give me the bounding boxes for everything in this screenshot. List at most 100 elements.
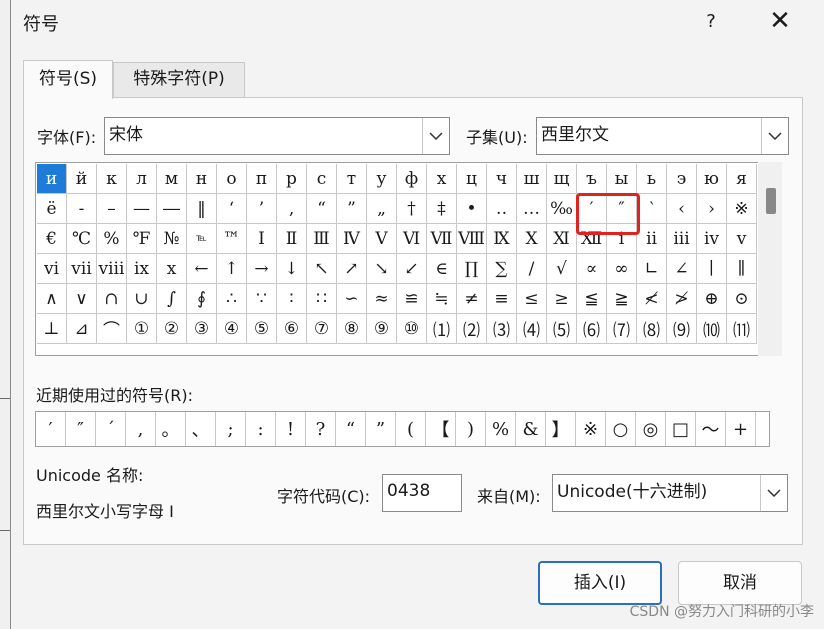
help-button[interactable]: ? (699, 8, 723, 36)
symbol-cell[interactable]: ‹ (667, 194, 697, 224)
symbol-cell[interactable]: ⅱ (637, 224, 667, 254)
recent-symbol-cell[interactable]: ( (396, 412, 426, 446)
symbol-cell[interactable]: ∞ (607, 254, 637, 284)
symbol-cell[interactable]: ≥ (547, 284, 577, 314)
symbol-cell[interactable]: ℉ (127, 224, 157, 254)
symbol-cell[interactable]: ∮ (187, 284, 217, 314)
symbol-cell[interactable]: ⌒ (97, 314, 127, 344)
symbol-cell[interactable]: ∨ (67, 284, 97, 314)
symbol-cell[interactable]: ∴ (217, 284, 247, 314)
recent-symbol-cell[interactable]: & (516, 412, 546, 446)
symbol-cell[interactable]: ⑦ (307, 314, 337, 344)
chevron-down-icon[interactable] (760, 475, 787, 511)
symbol-cell[interactable]: › (697, 194, 727, 224)
symbol-cell[interactable]: ∧ (37, 284, 67, 314)
symbol-cell[interactable]: ↓ (277, 254, 307, 284)
symbol-cell[interactable]: ∫ (157, 284, 187, 314)
symbol-cell[interactable]: Ⅹ (517, 224, 547, 254)
recent-symbol-cell[interactable]: ◎ (636, 412, 666, 446)
symbol-cell[interactable]: Ⅸ (487, 224, 517, 254)
symbol-cell[interactable]: ⑺ (607, 314, 637, 344)
symbol-cell[interactable]: ⅹ (157, 254, 187, 284)
symbol-cell[interactable]: ⑾ (727, 314, 757, 344)
symbol-cell[interactable]: с (307, 164, 337, 194)
symbol-cell[interactable]: ′ (577, 194, 607, 224)
recent-symbol-cell[interactable]: ; (216, 412, 246, 446)
symbol-cell[interactable]: ⑥ (277, 314, 307, 344)
symbol-cell[interactable]: Ⅰ (247, 224, 277, 254)
recent-symbol-cell[interactable]: ※ (576, 412, 606, 446)
symbol-cell[interactable]: ≤ (517, 284, 547, 314)
symbol-cell[interactable]: м (157, 164, 187, 194)
recent-symbol-cell[interactable]: ´ (96, 412, 126, 446)
symbol-cell[interactable]: л (127, 164, 157, 194)
tab-symbols[interactable]: 符号(S) (23, 60, 113, 99)
recent-symbol-cell[interactable]: ″ (66, 412, 96, 446)
symbol-cell[interactable]: о (217, 164, 247, 194)
symbol-cell[interactable]: ∣ (697, 254, 727, 284)
subset-combobox[interactable]: 西里尔文 (536, 117, 789, 155)
symbol-cell[interactable]: • (457, 194, 487, 224)
recent-symbol-cell[interactable]: ○ (606, 412, 636, 446)
symbol-cell[interactable]: ― (157, 194, 187, 224)
symbol-cell[interactable]: ∷ (307, 284, 337, 314)
symbol-cell[interactable]: ⅲ (667, 224, 697, 254)
symbol-cell[interactable]: ※ (727, 194, 757, 224)
symbol-cell[interactable]: ③ (187, 314, 217, 344)
cancel-button[interactable]: 取消 (678, 561, 802, 605)
symbol-cell[interactable]: … (517, 194, 547, 224)
recent-symbol-cell[interactable]: 。 (156, 412, 186, 446)
recent-symbol-cell[interactable]: % (486, 412, 516, 446)
symbol-cell[interactable]: ↗ (337, 254, 367, 284)
symbol-cell[interactable]: ъ (577, 164, 607, 194)
symbol-cell[interactable]: ∥ (727, 254, 757, 284)
char-code-input[interactable]: 0438 (382, 474, 462, 512)
symbol-cell[interactable]: ⊕ (697, 284, 727, 314)
symbol-cell[interactable]: ∽ (337, 284, 367, 314)
symbol-cell[interactable]: щ (547, 164, 577, 194)
symbol-cell[interactable]: н (187, 164, 217, 194)
recent-symbol-cell[interactable]: ) (456, 412, 486, 446)
recent-symbol-cell[interactable]: ! (276, 412, 306, 446)
symbol-cell[interactable]: ⊙ (727, 284, 757, 314)
symbol-cell[interactable]: э (667, 164, 697, 194)
recent-symbol-cell[interactable]: ? (306, 412, 336, 446)
symbol-cell[interactable]: Ⅱ (277, 224, 307, 254)
symbol-cell[interactable]: ≈ (367, 284, 397, 314)
symbol-cell[interactable]: “ (307, 194, 337, 224)
symbol-cell[interactable]: й (67, 164, 97, 194)
symbol-cell[interactable]: ∑ (487, 254, 517, 284)
symbol-cell[interactable]: ⑷ (517, 314, 547, 344)
close-button[interactable]: ✕ (765, 6, 795, 36)
symbol-cell[interactable]: ∪ (127, 284, 157, 314)
symbol-cell[interactable]: % (97, 224, 127, 254)
symbol-cell[interactable]: ⑶ (487, 314, 517, 344)
symbol-cell[interactable]: ‖ (187, 194, 217, 224)
symbol-cell[interactable]: ↑ (217, 254, 247, 284)
symbol-cell[interactable]: ≡ (487, 284, 517, 314)
symbol-cell[interactable]: ≦ (577, 284, 607, 314)
symbol-cell[interactable]: ℡ (187, 224, 217, 254)
symbol-cell[interactable]: ф (397, 164, 427, 194)
symbol-cell[interactable]: п (247, 164, 277, 194)
symbol-cell[interactable]: х (427, 164, 457, 194)
symbol-cell[interactable]: ≒ (427, 284, 457, 314)
symbol-cell[interactable]: ⅵ (37, 254, 67, 284)
recent-symbol-cell[interactable]: ′ (36, 412, 66, 446)
symbol-cell[interactable]: № (157, 224, 187, 254)
symbol-cell[interactable]: ⑵ (457, 314, 487, 344)
symbol-cell[interactable]: ④ (217, 314, 247, 344)
symbol-cell[interactable]: ‚ (277, 194, 307, 224)
symbol-cell[interactable]: ∕ (517, 254, 547, 284)
insert-button[interactable]: 插入(I) (538, 561, 662, 605)
symbol-cell[interactable]: Ⅻ (577, 224, 607, 254)
chevron-down-icon[interactable] (422, 118, 449, 154)
symbol-cell[interactable]: ⅴ (727, 224, 757, 254)
symbol-cell[interactable]: Ⅴ (367, 224, 397, 254)
symbol-cell[interactable]: ⑤ (247, 314, 277, 344)
symbol-cell[interactable]: ⑸ (547, 314, 577, 344)
recent-symbol-cell[interactable]: 】 (546, 412, 576, 446)
recent-symbol-cell[interactable]: 【 (426, 412, 456, 446)
symbol-cell[interactable]: ⑴ (427, 314, 457, 344)
symbol-cell[interactable]: ∟ (637, 254, 667, 284)
